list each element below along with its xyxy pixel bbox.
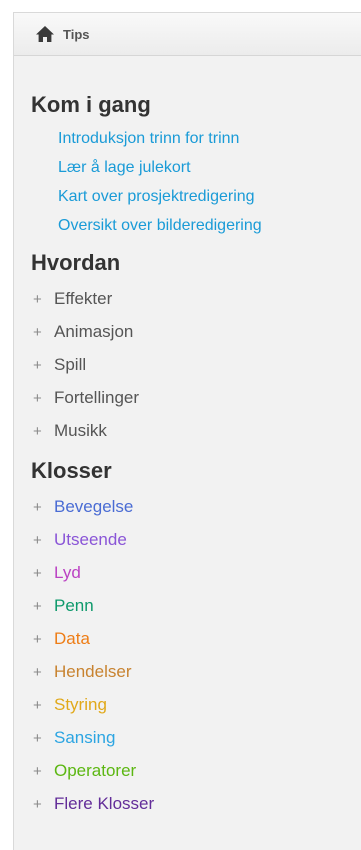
howto-item-label: Animasjon	[54, 322, 134, 341]
expand-plus-icon: +	[33, 664, 42, 681]
block-category-item[interactable]: + Operatorer	[33, 754, 361, 787]
expand-plus-icon: +	[33, 324, 42, 341]
block-category-label: Lyd	[54, 563, 81, 582]
tutorial-link[interactable]: Kart over prosjektredigering	[58, 182, 361, 211]
howto-item[interactable]: + Animasjon	[33, 315, 361, 348]
expand-plus-icon: +	[33, 390, 42, 407]
block-category-label: Styring	[54, 695, 107, 714]
block-category-label: Utseende	[54, 530, 127, 549]
block-category-label: Penn	[54, 596, 94, 615]
expand-plus-icon: +	[33, 423, 42, 440]
tutorial-link[interactable]: Oversikt over bilderedigering	[58, 211, 361, 240]
expand-plus-icon: +	[33, 598, 42, 615]
block-category-item[interactable]: + Flere Klosser	[33, 787, 361, 820]
block-category-item[interactable]: + Sansing	[33, 721, 361, 754]
block-category-label: Flere Klosser	[54, 794, 155, 813]
block-category-label: Operatorer	[54, 761, 137, 780]
expand-plus-icon: +	[33, 499, 42, 516]
tips-header[interactable]: Tips	[14, 13, 361, 56]
howto-item[interactable]: + Fortellinger	[33, 381, 361, 414]
expand-plus-icon: +	[33, 565, 42, 582]
expand-plus-icon: +	[33, 763, 42, 780]
block-category-label: Sansing	[54, 728, 116, 747]
section-title-kom-i-gang: Kom i gang	[31, 92, 151, 117]
block-category-label: Data	[54, 629, 90, 648]
block-category-item[interactable]: + Penn	[33, 589, 361, 622]
expand-plus-icon: +	[33, 796, 42, 813]
howto-item-label: Effekter	[54, 289, 113, 308]
howto-item-label: Musikk	[54, 421, 107, 440]
block-category-item[interactable]: + Styring	[33, 688, 361, 721]
section-title-klosser: Klosser	[31, 458, 112, 483]
header-title: Tips	[63, 26, 90, 42]
expand-plus-icon: +	[33, 730, 42, 747]
section-title-hvordan: Hvordan	[31, 250, 121, 275]
blocks-list: + Bevegelse + Utseende + Lyd + Penn + Data + H…	[31, 490, 361, 820]
getting-started-list: Introduksjon trinn for trinn Lær å lage …	[31, 124, 361, 240]
expand-plus-icon: +	[33, 532, 42, 549]
block-category-item[interactable]: + Bevegelse	[33, 490, 361, 523]
expand-plus-icon: +	[33, 697, 42, 714]
howto-item[interactable]: + Musikk	[33, 414, 361, 447]
block-category-item[interactable]: + Lyd	[33, 556, 361, 589]
howto-item[interactable]: + Effekter	[33, 282, 361, 315]
tutorial-link[interactable]: Lær å lage julekort	[58, 153, 361, 182]
expand-plus-icon: +	[33, 631, 42, 648]
expand-plus-icon: +	[33, 291, 42, 308]
home-icon[interactable]	[35, 25, 55, 43]
howto-list: + Effekter + Animasjon + Spill + Fortellinge…	[31, 282, 361, 447]
howto-item-label: Fortellinger	[54, 388, 140, 407]
tips-panel: Tips Kom i gang Introduksjon trinn for t…	[13, 12, 361, 850]
block-category-item[interactable]: + Data	[33, 622, 361, 655]
howto-item-label: Spill	[54, 355, 87, 374]
block-category-label: Bevegelse	[54, 497, 134, 516]
howto-item[interactable]: + Spill	[33, 348, 361, 381]
block-category-item[interactable]: + Utseende	[33, 523, 361, 556]
block-category-item[interactable]: + Hendelser	[33, 655, 361, 688]
tips-content: Kom i gang Introduksjon trinn for trinn …	[14, 56, 361, 820]
tutorial-link[interactable]: Introduksjon trinn for trinn	[58, 124, 361, 153]
block-category-label: Hendelser	[54, 662, 132, 681]
expand-plus-icon: +	[33, 357, 42, 374]
